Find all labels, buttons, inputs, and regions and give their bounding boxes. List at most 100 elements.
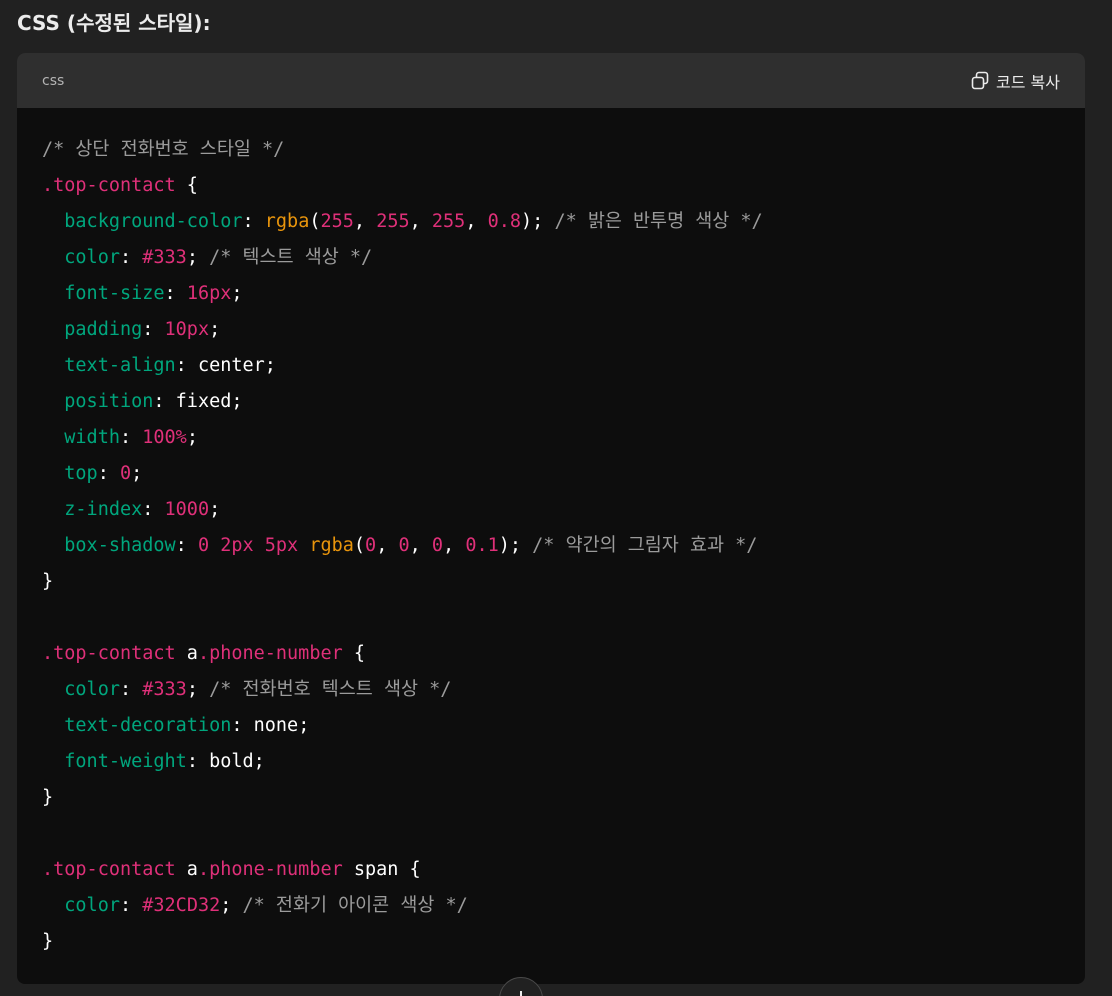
code-token: text-decoration xyxy=(64,715,232,736)
code-token: box-shadow xyxy=(64,535,176,556)
code-token: 255 xyxy=(376,211,410,232)
code-token: 0 xyxy=(119,463,132,484)
code-token: : xyxy=(175,355,198,376)
code-token: ; xyxy=(298,715,310,736)
section-heading: CSS (수정된 스타일): xyxy=(17,11,211,35)
code-token: span { xyxy=(342,859,421,880)
code-token: ; xyxy=(220,895,243,916)
code-token: /* 밝은 반투명 색상 */ xyxy=(554,211,763,232)
code-token: 0.1 xyxy=(465,535,499,556)
code-token: /* 텍스트 색상 */ xyxy=(209,247,373,268)
code-line: /* 상단 전화번호 스타일 */ xyxy=(42,132,1065,168)
code-token: : xyxy=(119,427,143,448)
code-token: ( xyxy=(353,535,366,556)
code-token: 100% xyxy=(142,427,187,448)
code-token: : xyxy=(186,751,210,772)
code-token: padding xyxy=(64,319,143,340)
code-token: , xyxy=(465,211,488,232)
code-token: text-align xyxy=(64,355,176,376)
code-line: .top-contact a.phone-number span { xyxy=(42,852,1065,888)
code-token: ; xyxy=(253,751,265,772)
copy-icon xyxy=(970,71,990,91)
code-token: color xyxy=(64,895,120,916)
code-line: text-align: center; xyxy=(42,348,1065,384)
code-token: width xyxy=(64,427,120,448)
code-line: position: fixed; xyxy=(42,384,1065,420)
code-token: rgba xyxy=(309,535,354,556)
code-token: /* 전화기 아이콘 색상 */ xyxy=(242,895,468,916)
code-token: top xyxy=(64,463,98,484)
code-token: : xyxy=(142,319,165,340)
code-token: .top-contact xyxy=(42,643,176,664)
code-block-header: css 코드 복사 xyxy=(17,53,1085,108)
code-token: 0 xyxy=(431,535,444,556)
code-token: 0 xyxy=(365,535,377,556)
code-token: : xyxy=(119,679,143,700)
code-token: /* 전화번호 텍스트 색상 */ xyxy=(209,679,452,700)
code-token: color xyxy=(64,247,120,268)
code-token: : xyxy=(153,391,176,412)
code-token: { xyxy=(175,175,198,196)
code-token: } xyxy=(42,931,54,952)
code-token: : xyxy=(231,715,254,736)
code-token: : xyxy=(142,499,165,520)
code-line: font-size: 16px; xyxy=(42,276,1065,312)
code-token: ; xyxy=(231,391,243,412)
code-token: /* 약간의 그림자 효과 */ xyxy=(532,535,758,556)
code-token: , xyxy=(353,211,377,232)
code-token: ; xyxy=(186,247,210,268)
code-token: : xyxy=(119,247,143,268)
code-token: ; xyxy=(131,463,143,484)
code-line: top: 0; xyxy=(42,456,1065,492)
code-token: ); xyxy=(521,211,555,232)
code-token: #32CD32 xyxy=(142,895,221,916)
code-token: } xyxy=(42,571,54,592)
code-token: 255 xyxy=(431,211,466,232)
code-line: color: #32CD32; /* 전화기 아이콘 색상 */ xyxy=(42,888,1065,924)
code-token: : xyxy=(97,463,120,484)
code-token: .top-contact xyxy=(42,859,176,880)
code-token: font-size xyxy=(64,283,165,304)
copy-code-button[interactable]: 코드 복사 xyxy=(970,69,1060,93)
code-token: color xyxy=(64,679,120,700)
code-token: 255 xyxy=(320,211,354,232)
code-token: { xyxy=(342,643,366,664)
code-line: z-index: 1000; xyxy=(42,492,1065,528)
code-token: .phone-number xyxy=(197,859,343,880)
code-token: #333 xyxy=(142,679,187,700)
code-token: .top-contact xyxy=(42,175,176,196)
code-token: 16px xyxy=(186,283,232,304)
code-token: 1000 xyxy=(164,499,210,520)
code-token: /* 상단 전화번호 스타일 */ xyxy=(42,139,285,160)
code-token: : xyxy=(242,211,265,232)
code-line: width: 100%; xyxy=(42,420,1065,456)
code-language-label: css xyxy=(42,73,65,89)
code-line: box-shadow: 0 2px 5px rgba(0, 0, 0, 0.1)… xyxy=(42,528,1065,564)
code-token: rgba xyxy=(264,211,310,232)
code-token: bold xyxy=(209,751,254,772)
copy-button-label: 코드 복사 xyxy=(996,73,1060,92)
code-line: .top-contact a.phone-number { xyxy=(42,636,1065,672)
code-token: , xyxy=(409,535,432,556)
code-line: color: #333; /* 텍스트 색상 */ xyxy=(42,240,1065,276)
code-token: ; xyxy=(186,427,198,448)
code-token: ; xyxy=(186,679,210,700)
code-token: 0 xyxy=(398,535,410,556)
code-token: fixed xyxy=(175,391,232,412)
code-token: center xyxy=(197,355,265,376)
code-token: position xyxy=(64,391,154,412)
code-token: ; xyxy=(209,319,221,340)
